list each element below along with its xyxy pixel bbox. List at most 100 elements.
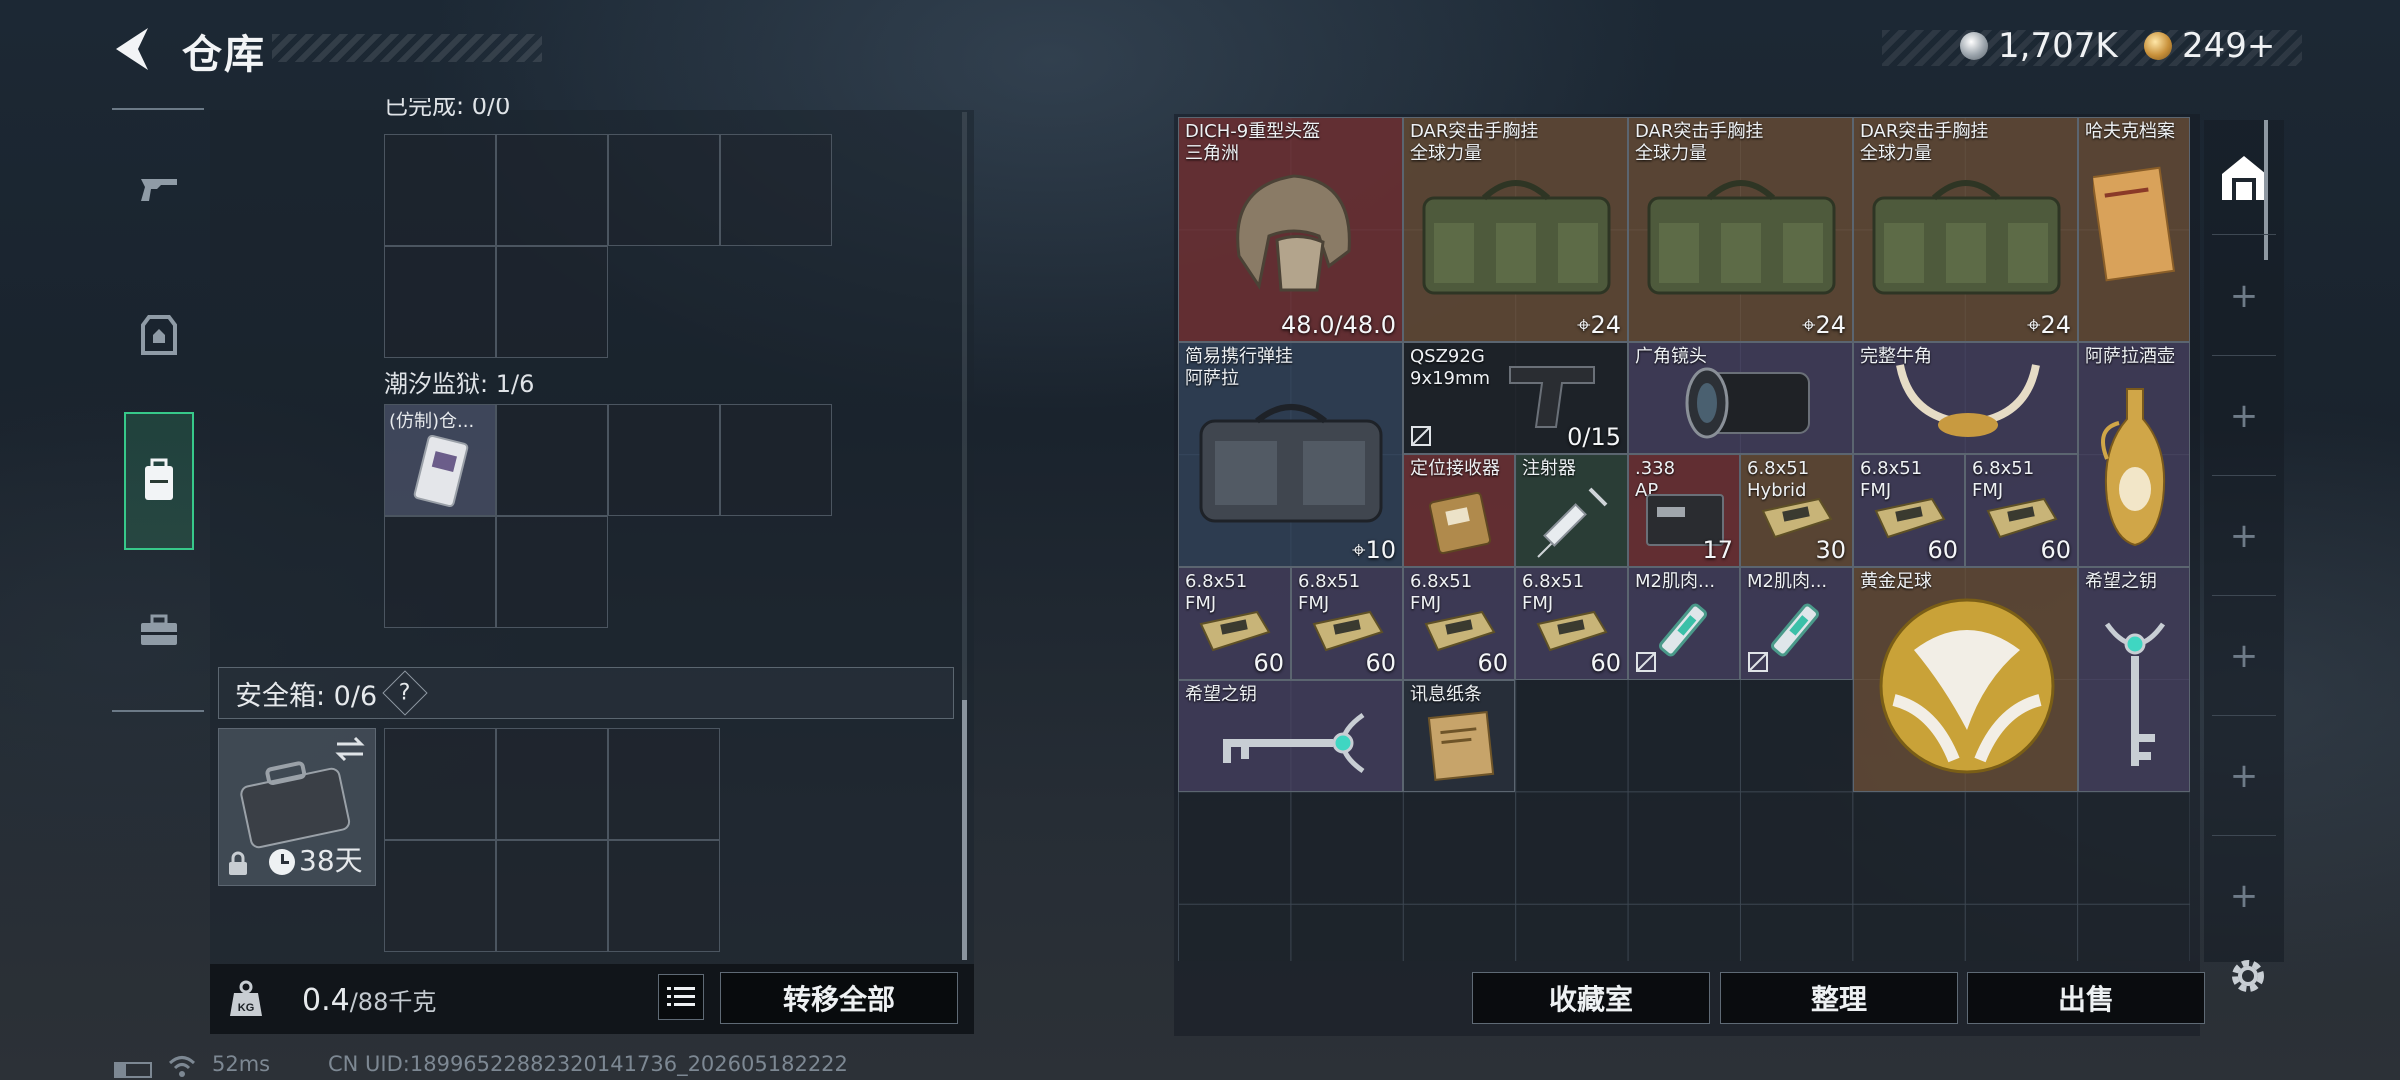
settings-gear-icon[interactable] (2226, 954, 2270, 998)
uid-readout: CN UID:18996522882320141736_202605182222 (328, 1052, 848, 1076)
sidebar-tab-case[interactable] (124, 586, 194, 676)
item-ammo[interactable]: 6.8x51 FMJ 60 (1291, 567, 1403, 680)
item-ammo-box[interactable]: .338 AP 17 (1628, 454, 1740, 567)
sidebar-divider-top (112, 108, 204, 110)
item-card[interactable]: (仿制)仓... (384, 404, 496, 516)
coin-amount: 1,707K (1998, 26, 2118, 66)
item-horns[interactable]: 完整牛角 (1853, 342, 2078, 454)
item-name: DAR突击手胸挂 全球力量 (1635, 121, 1764, 164)
chest-rig-icon (1872, 180, 2061, 295)
item-bag[interactable]: 简易携行弹挂 阿萨拉 ⌖10 (1178, 342, 1403, 567)
note-icon (1427, 711, 1495, 781)
add-warehouse-tab-button[interactable]: + (2204, 480, 2284, 592)
warehouse-tab-main[interactable] (2204, 122, 2284, 234)
grid-slot[interactable] (496, 516, 608, 628)
add-warehouse-tab-button[interactable]: + (2204, 600, 2284, 712)
tab-divider (2212, 475, 2276, 476)
safe-case-item[interactable]: 38天 (218, 728, 376, 886)
coin-counter[interactable]: 1,707K (1960, 26, 2118, 66)
item-ammo[interactable]: 6.8x51 Hybrid 30 (1740, 454, 1853, 567)
card-item-icon (413, 434, 469, 508)
item-ammo[interactable]: 6.8x51 FMJ 60 (1515, 567, 1628, 680)
grid-slot[interactable] (720, 404, 832, 516)
grid-slot[interactable] (384, 246, 496, 358)
grid-slot[interactable] (384, 134, 496, 246)
add-warehouse-tab-button[interactable]: + (2204, 840, 2284, 952)
sort-button[interactable]: 整理 (1720, 972, 1958, 1024)
item-note[interactable]: 讯息纸条 (1403, 680, 1515, 792)
add-warehouse-tab-button[interactable]: + (2204, 240, 2284, 352)
item-chest-rig[interactable]: DAR突击手胸挂 全球力量 ⌖24 (1853, 117, 2078, 342)
tab-divider (2212, 595, 2276, 596)
weight-icon: KG (230, 980, 262, 1016)
item-key[interactable]: 希望之钥 (2078, 567, 2190, 792)
grid-slot[interactable] (384, 516, 496, 628)
help-icon[interactable]: ? (382, 670, 428, 716)
grid-slot[interactable] (608, 728, 720, 840)
item-key[interactable]: 希望之钥 (1178, 680, 1403, 792)
silver-coin-icon (1960, 32, 1988, 60)
transfer-all-button[interactable]: 转移全部 (720, 972, 958, 1024)
item-name: DAR突击手胸挂 全球力量 (1410, 121, 1539, 164)
item-ammo[interactable]: 6.8x51 FMJ 60 (1965, 454, 2078, 567)
item-name: M2肌肉... (1747, 571, 1828, 592)
item-ammo[interactable]: 6.8x51 FMJ 60 (1853, 454, 1965, 567)
grid-slot[interactable] (608, 840, 720, 952)
tab-divider (2212, 715, 2276, 716)
item-syringe[interactable]: 注射器 (1515, 454, 1628, 567)
item-chest-rig[interactable]: DAR突击手胸挂 全球力量 ⌖24 (1628, 117, 1853, 342)
item-injector[interactable]: M2肌肉... (1740, 567, 1853, 680)
item-count: 60 (1477, 649, 1508, 677)
swap-icon[interactable] (333, 735, 367, 763)
sidebar-tab-backpack[interactable] (124, 412, 194, 550)
pistol-icon (1509, 366, 1595, 428)
title-decoration (272, 34, 542, 62)
item-jug[interactable]: 阿萨拉酒壶 (2078, 342, 2190, 567)
add-warehouse-tab-button[interactable]: + (2204, 720, 2284, 832)
grid-slot[interactable] (496, 404, 608, 516)
tab-divider (2212, 355, 2276, 356)
sidebar-tab-gear[interactable] (124, 290, 194, 380)
wifi-icon (168, 1056, 196, 1077)
item-ammo[interactable]: 6.8x51 FMJ 60 (1403, 567, 1515, 680)
item-chest-rig[interactable]: DAR突击手胸挂 全球力量 ⌖24 (1403, 117, 1628, 342)
item-injector[interactable]: M2肌肉... (1628, 567, 1740, 680)
grid-slot[interactable] (608, 404, 720, 516)
gun-icon (141, 179, 177, 201)
item-capacity: ⌖24 (2026, 311, 2071, 339)
weight-max: /88千克 (349, 988, 437, 1016)
item-receiver[interactable]: 定位接收器 (1403, 454, 1515, 567)
ammo-icon (1761, 497, 1833, 539)
back-arrow-icon[interactable] (108, 24, 152, 74)
item-name: 哈夫克档案 (2085, 121, 2175, 142)
list-view-button[interactable] (658, 974, 704, 1020)
grid-slot[interactable] (384, 728, 496, 840)
left-scrollbar-thumb[interactable] (962, 700, 967, 960)
item-pistol[interactable]: QSZ92G 9x19mm 0/15 (1403, 342, 1628, 454)
sidebar-tab-weapons[interactable] (124, 144, 194, 234)
sidebar-divider-bottom (112, 710, 204, 712)
sell-button[interactable]: 出售 (1967, 972, 2205, 1024)
item-helmet[interactable]: DICH-9重型头盔 三角洲 48.0/48.0 (1178, 117, 1403, 342)
premium-counter[interactable]: 249+ (2144, 26, 2275, 66)
grid-slot[interactable] (384, 840, 496, 952)
tab-divider (2212, 234, 2276, 235)
grid-slot[interactable] (496, 840, 608, 952)
warehouse-icon (2222, 156, 2266, 200)
list-icon (667, 987, 695, 1006)
weight-value: 0.4 (302, 983, 350, 1018)
grid-slot[interactable] (720, 134, 832, 246)
item-lens[interactable]: 广角镜头 (1628, 342, 1853, 454)
safe-box-header: 安全箱: 0/6 ? (218, 667, 954, 719)
item-golden-ball[interactable]: 黄金足球 (1853, 567, 2078, 792)
add-warehouse-tab-button[interactable]: + (2204, 360, 2284, 472)
grid-slot[interactable] (608, 134, 720, 246)
grid-slot[interactable] (496, 728, 608, 840)
item-ammo[interactable]: 6.8x51 FMJ 60 (1178, 567, 1291, 680)
item-file[interactable]: 哈夫克档案 (2078, 117, 2190, 342)
ammo-icon (1874, 497, 1946, 539)
clock-icon (269, 849, 295, 875)
collection-room-button[interactable]: 收藏室 (1472, 972, 1710, 1024)
grid-slot[interactable] (496, 246, 608, 358)
grid-slot[interactable] (496, 134, 608, 246)
